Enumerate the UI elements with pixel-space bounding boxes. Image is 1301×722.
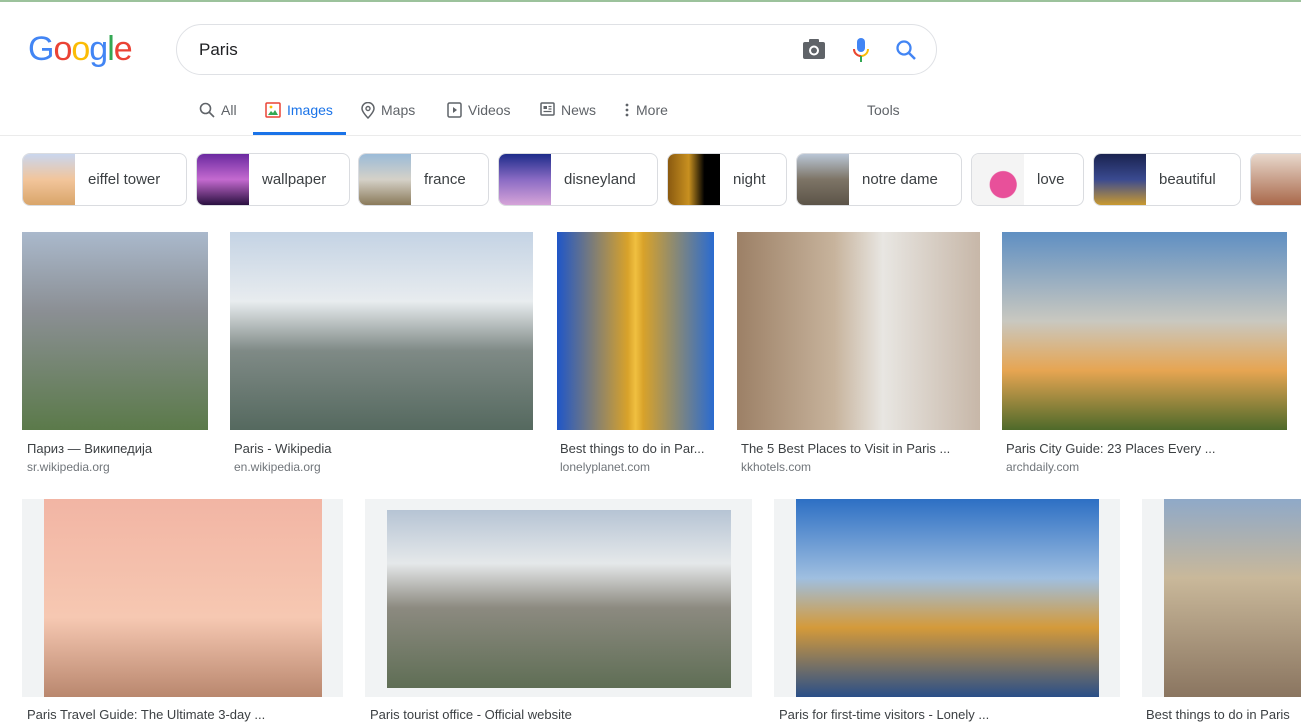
result-source[interactable]: sr.wikipedia.org bbox=[27, 460, 110, 474]
news-icon bbox=[540, 102, 555, 116]
chip-more[interactable] bbox=[1250, 153, 1301, 206]
tab-label: Maps bbox=[381, 102, 416, 118]
chip-love[interactable]: love bbox=[971, 153, 1084, 206]
tab-videos[interactable]: Videos bbox=[447, 100, 511, 135]
chip-label: disneyland bbox=[564, 171, 636, 188]
chip-label: eiffel tower bbox=[88, 171, 161, 188]
chip-thumbnail bbox=[797, 154, 849, 205]
chip-thumbnail bbox=[23, 154, 75, 205]
search-icon[interactable] bbox=[895, 39, 917, 61]
result-title[interactable]: Best things to do in Paris bbox=[1146, 707, 1290, 722]
tools-button[interactable]: Tools bbox=[867, 100, 900, 135]
camera-icon[interactable] bbox=[802, 38, 826, 60]
chip-notre-dame[interactable]: notre dame bbox=[796, 153, 962, 206]
chip-wallpaper[interactable]: wallpaper bbox=[196, 153, 350, 206]
result-image[interactable] bbox=[1002, 232, 1287, 430]
result-title[interactable]: Paris - Wikipedia bbox=[234, 441, 332, 456]
tab-news[interactable]: News bbox=[540, 100, 596, 135]
search-input[interactable] bbox=[199, 37, 779, 63]
chip-thumbnail bbox=[668, 154, 720, 205]
tab-label: Images bbox=[287, 102, 333, 118]
result-source[interactable]: kkhotels.com bbox=[741, 460, 811, 474]
search-icon bbox=[199, 102, 215, 118]
chip-beautiful[interactable]: beautiful bbox=[1093, 153, 1241, 206]
result-title[interactable]: The 5 Best Places to Visit in Paris ... bbox=[741, 441, 950, 456]
map-pin-icon bbox=[361, 102, 375, 119]
chip-thumbnail bbox=[972, 154, 1024, 205]
chip-thumbnail bbox=[197, 154, 249, 205]
google-logo[interactable]: Google bbox=[28, 30, 133, 69]
result-image[interactable] bbox=[44, 499, 322, 697]
chip-disneyland[interactable]: disneyland bbox=[498, 153, 658, 206]
chip-thumbnail bbox=[1251, 154, 1301, 205]
result-image[interactable] bbox=[796, 499, 1099, 697]
tab-label: Videos bbox=[468, 102, 511, 118]
result-image[interactable] bbox=[557, 232, 714, 430]
tools-label: Tools bbox=[867, 102, 900, 118]
result-image[interactable] bbox=[230, 232, 533, 430]
chip-label: night bbox=[733, 171, 766, 188]
more-vert-icon bbox=[625, 103, 629, 117]
tab-images[interactable]: Images bbox=[253, 100, 346, 135]
tab-label: All bbox=[221, 102, 237, 118]
result-title[interactable]: Paris for first-time visitors - Lonely .… bbox=[779, 707, 989, 722]
chip-eiffel-tower[interactable]: eiffel tower bbox=[22, 153, 187, 206]
chip-label: love bbox=[1037, 171, 1065, 188]
result-title[interactable]: Paris tourist office - Official website bbox=[370, 707, 572, 722]
result-title[interactable]: Best things to do in Par... bbox=[560, 441, 705, 456]
window-top-border bbox=[0, 0, 1301, 2]
chip-thumbnail bbox=[1094, 154, 1146, 205]
chip-label: notre dame bbox=[862, 171, 938, 188]
result-image[interactable] bbox=[22, 232, 208, 430]
result-title[interactable]: Paris Travel Guide: The Ultimate 3-day .… bbox=[27, 707, 265, 722]
image-icon bbox=[265, 102, 281, 118]
chip-thumbnail bbox=[359, 154, 411, 205]
search-box[interactable] bbox=[176, 24, 937, 75]
play-icon bbox=[447, 102, 462, 118]
result-image[interactable] bbox=[1164, 499, 1301, 697]
result-image[interactable] bbox=[387, 510, 731, 688]
chip-france[interactable]: france bbox=[358, 153, 489, 206]
chip-label: wallpaper bbox=[262, 171, 327, 188]
microphone-icon[interactable] bbox=[851, 37, 871, 63]
result-image[interactable] bbox=[737, 232, 980, 430]
chip-night[interactable]: night bbox=[667, 153, 787, 206]
result-source[interactable]: en.wikipedia.org bbox=[234, 460, 321, 474]
search-tabs: All Images Maps Videos News More Tools bbox=[0, 100, 1301, 136]
tab-all[interactable]: All bbox=[199, 100, 237, 135]
result-source[interactable]: archdaily.com bbox=[1006, 460, 1079, 474]
result-title[interactable]: Париз — Википедија bbox=[27, 441, 152, 456]
result-source[interactable]: lonelyplanet.com bbox=[560, 460, 650, 474]
tab-label: News bbox=[561, 102, 597, 118]
chip-label: france bbox=[424, 171, 466, 188]
tab-more[interactable]: More bbox=[624, 100, 668, 135]
chip-label: beautiful bbox=[1159, 171, 1216, 188]
tab-maps[interactable]: Maps bbox=[361, 100, 415, 135]
tab-label: More bbox=[636, 102, 668, 118]
chip-thumbnail bbox=[499, 154, 551, 205]
result-title[interactable]: Paris City Guide: 23 Places Every ... bbox=[1006, 441, 1216, 456]
